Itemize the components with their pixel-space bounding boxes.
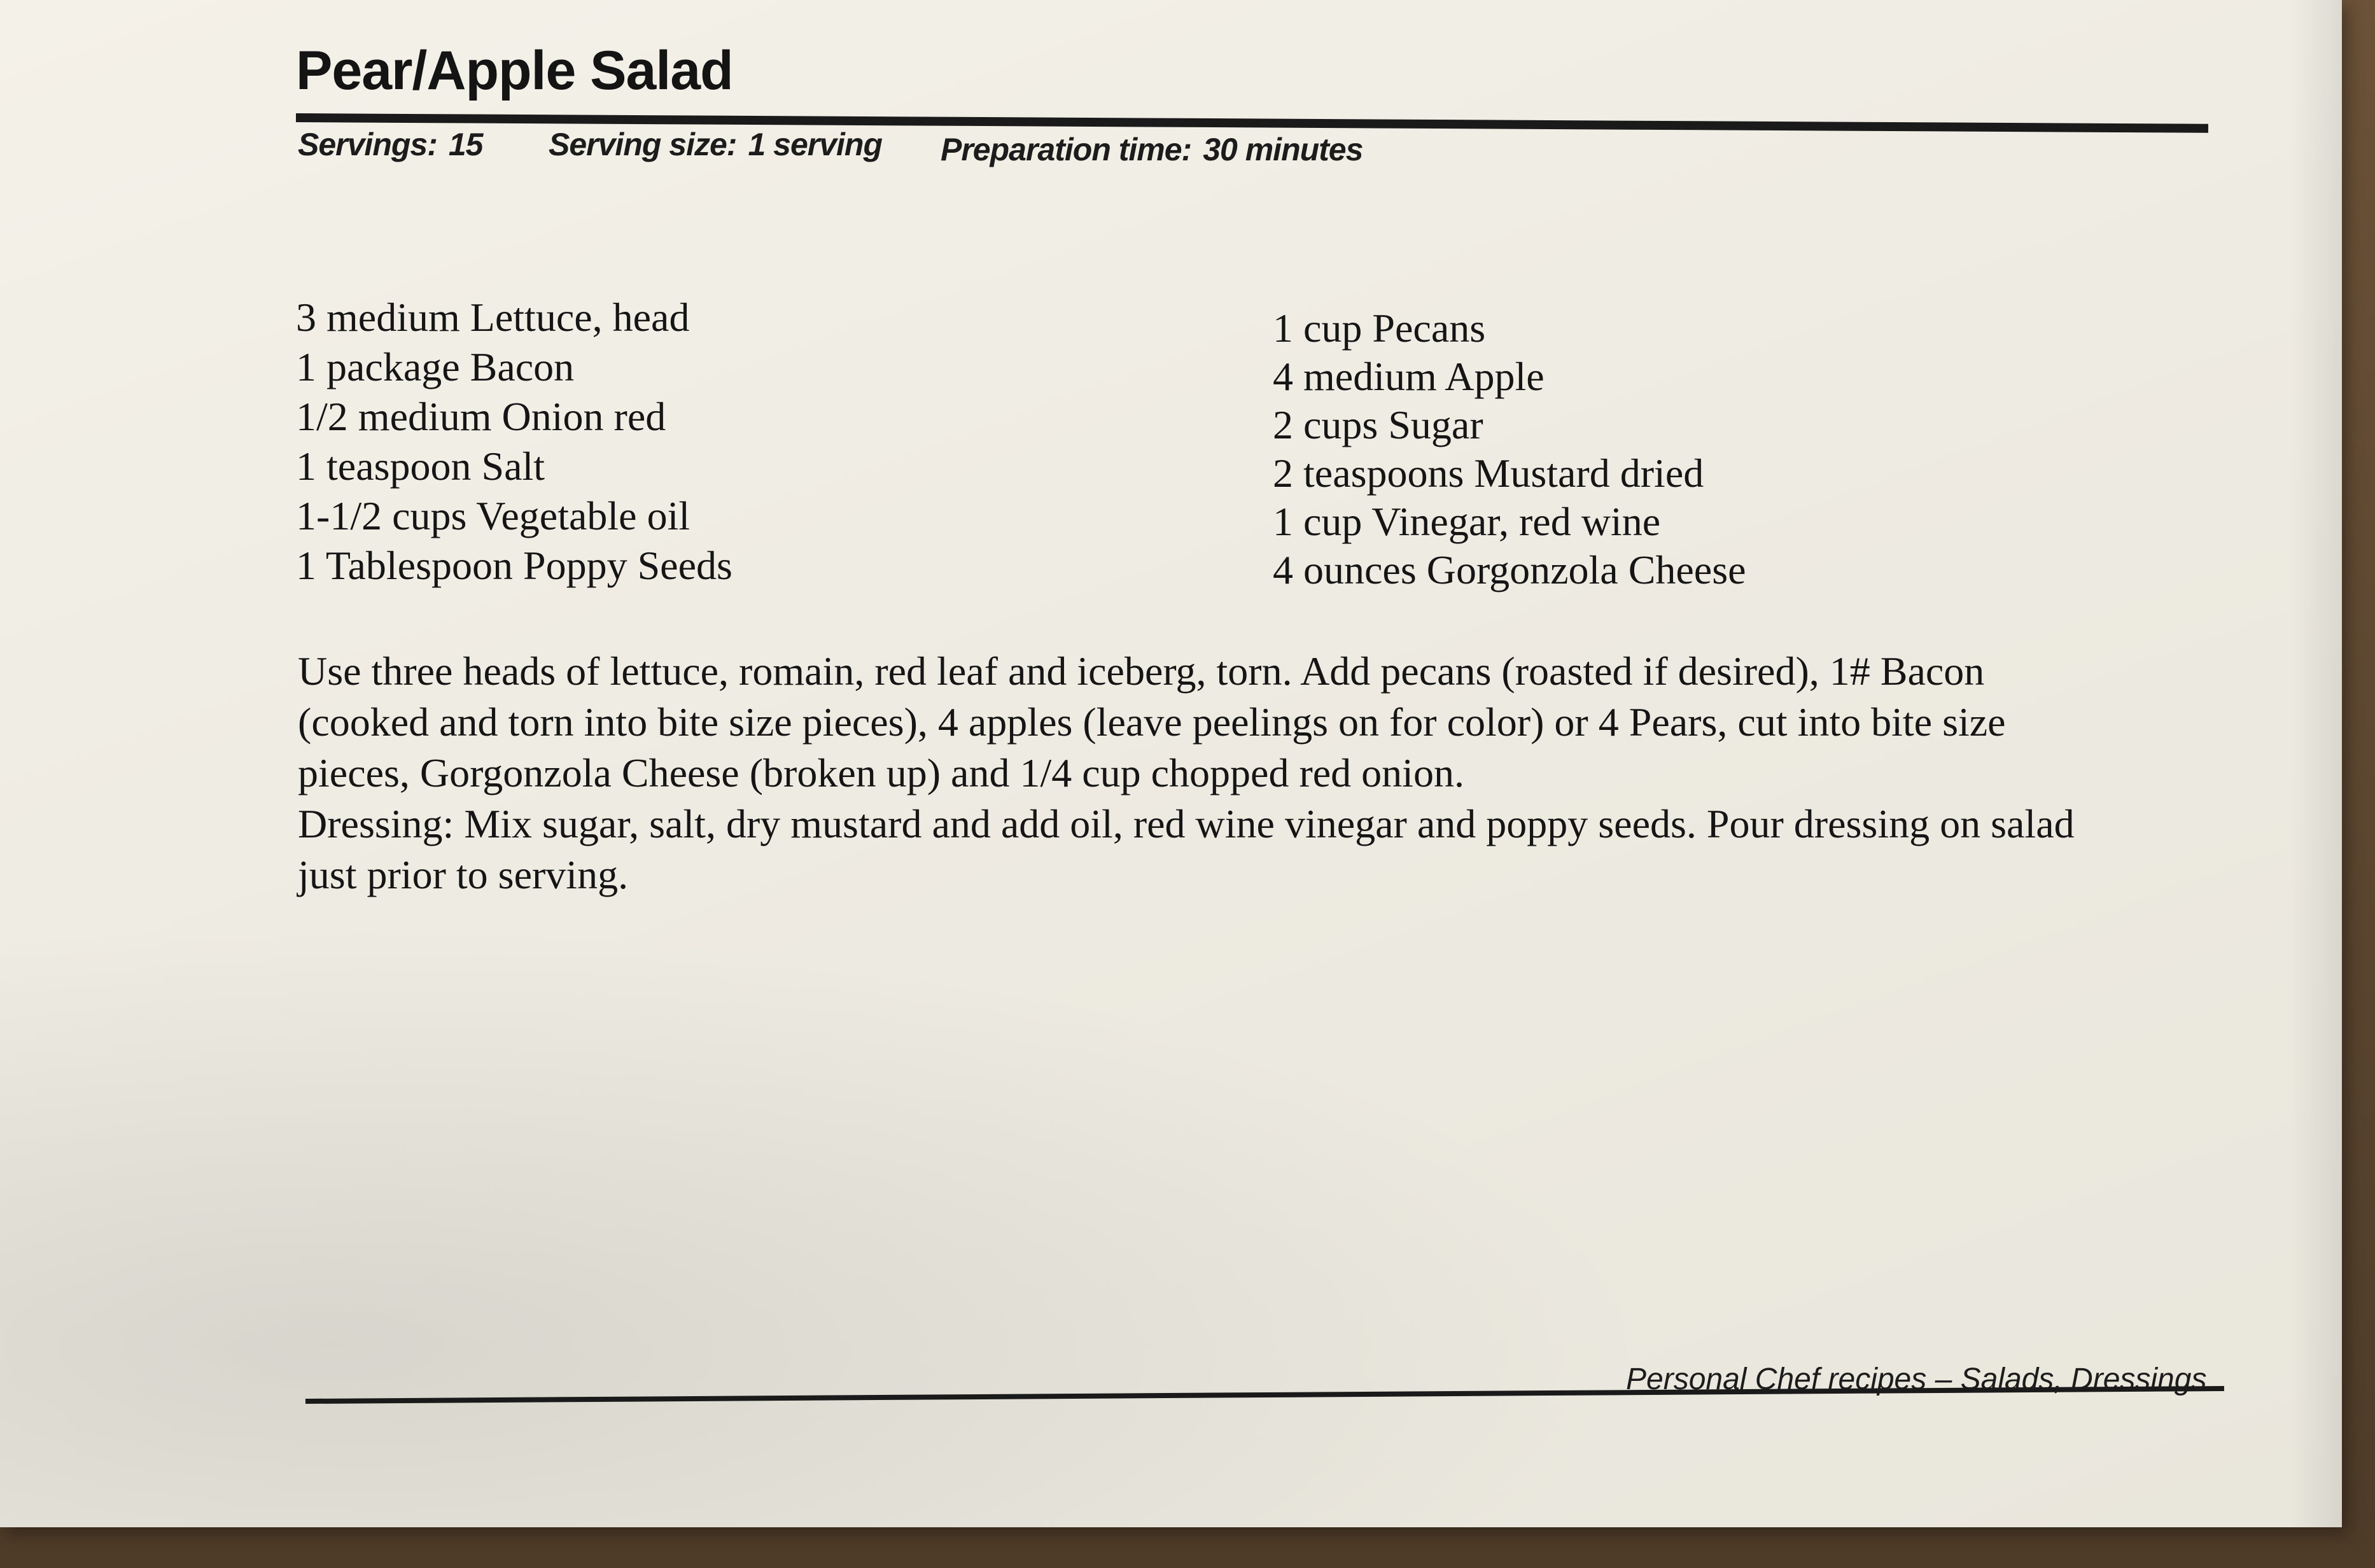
ingredients-left-column: 3 medium Lettuce, head 1 package Bacon 1… [296,293,732,591]
recipe-card: Pear/Apple Salad Servings: 15 Serving siz… [0,0,2342,1527]
ingredient-item: 1 package Bacon [296,344,575,389]
instruction-line: Use three heads of lettuce, romain, red … [298,648,1985,694]
instruction-line: (cooked and torn into bite size pieces),… [298,699,2006,745]
ingredients-right-column: 1 cup Pecans 4 medium Apple 2 cups Sugar… [1273,304,1746,594]
recipe-title: Pear/Apple Salad [296,40,734,101]
prep-time-meta: Preparation time: 30 minutes [941,131,1363,168]
instructions-block: Use three heads of lettuce, romain, red … [298,646,2207,900]
prep-time-value: 30 minutes [1203,132,1363,167]
paper-shadow [0,923,1655,1527]
ingredient-item: 4 ounces Gorgonzola Cheese [1273,547,1746,592]
serving-size-value: 1 serving [748,127,883,162]
ingredient-item: 1-1/2 cups Vegetable oil [296,493,690,538]
ingredient-item: 2 cups Sugar [1273,402,1483,447]
card-edge [2291,0,2342,1527]
ingredient-item: 1/2 medium Onion red [296,394,666,439]
ingredient-item: 2 teaspoons Mustard dried [1273,451,1704,496]
footer-category: Personal Chef recipes – Salads, Dressing… [1626,1362,2207,1396]
ingredient-item: 4 medium Apple [1273,354,1545,399]
ingredient-item: 3 medium Lettuce, head [296,295,690,340]
servings-value: 15 [448,127,484,162]
servings-meta: Servings: 15 [298,126,484,163]
prep-time-label: Preparation time: [941,132,1192,167]
instruction-line: Dressing: Mix sugar, salt, dry mustard a… [298,801,2075,846]
instruction-line: pieces, Gorgonzola Cheese (broken up) an… [298,750,1464,795]
ingredient-item: 1 cup Vinegar, red wine [1273,499,1661,544]
serving-size-label: Serving size: [549,127,737,162]
ingredient-item: 1 cup Pecans [1273,305,1486,351]
ingredient-item: 1 teaspoon Salt [296,444,545,489]
ingredient-item: 1 Tablespoon Poppy Seeds [296,543,732,588]
serving-size-meta: Serving size: 1 serving [549,126,883,163]
instruction-line: just prior to serving. [298,852,629,897]
servings-label: Servings: [298,127,438,162]
